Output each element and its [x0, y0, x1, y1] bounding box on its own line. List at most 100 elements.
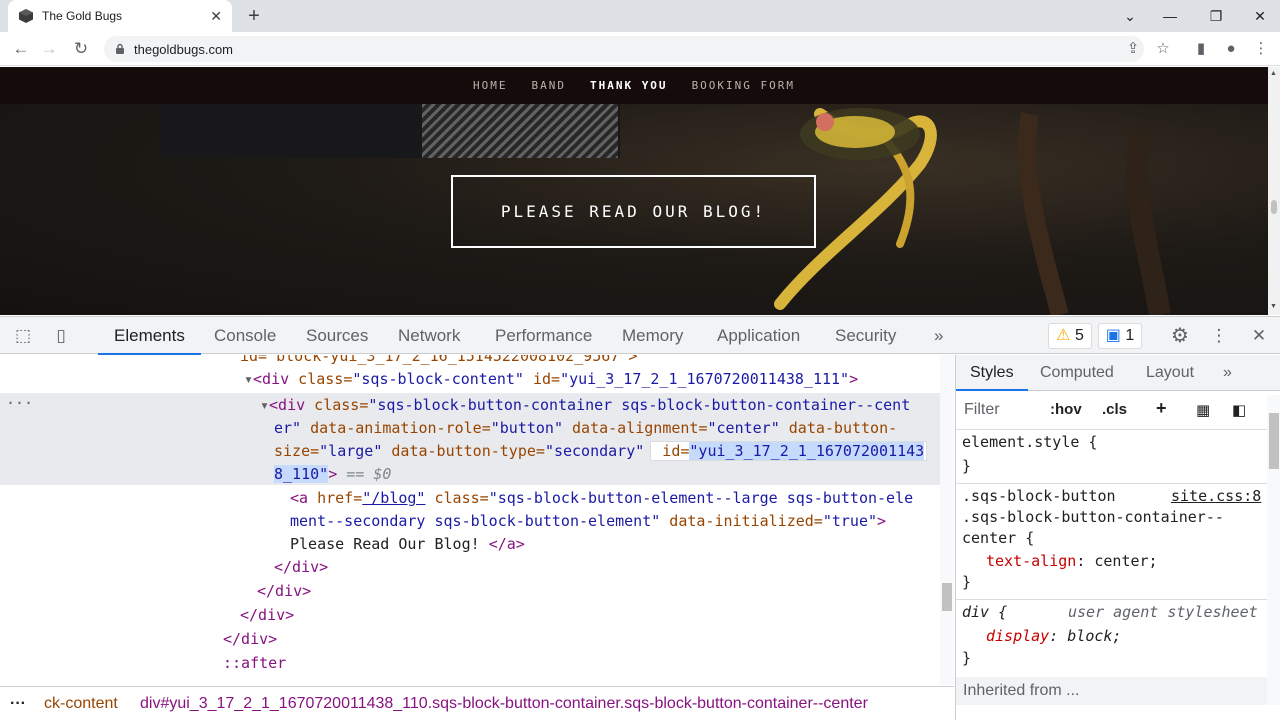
side-panel-icon[interactable]: ▮: [1190, 38, 1212, 60]
restore-window-button[interactable]: ❐: [1204, 4, 1228, 28]
bookmark-star-icon[interactable]: ☆: [1152, 38, 1174, 60]
toggle-sidebar-icon[interactable]: ◧: [1232, 401, 1246, 419]
styles-scrollbar-thumb[interactable]: [1269, 413, 1279, 469]
minimize-window-button[interactable]: —: [1158, 4, 1182, 28]
dom-line[interactable]: </div>: [223, 628, 277, 651]
url-text: thegoldbugs.com: [134, 41, 234, 57]
tab-styles[interactable]: Styles: [956, 355, 1028, 391]
dom-line[interactable]: id="block-yui_3_17_2_16_1514522008102_95…: [240, 355, 637, 368]
website-viewport: HOME BAND THANK YOU BOOKING FORM PLEASE …: [0, 67, 1268, 315]
devtools-tab-bar: ⬚ ▯ Elements Console Sources Network Per…: [0, 316, 1280, 355]
dom-line[interactable]: </div>: [274, 556, 328, 579]
close-window-button[interactable]: ✕: [1248, 4, 1272, 28]
tab-sources[interactable]: Sources: [306, 317, 368, 355]
expand-triangle-icon[interactable]: ▾: [244, 370, 253, 388]
rule-selector[interactable]: .sqs-block-button: [962, 487, 1116, 505]
rule-brace: }: [962, 649, 972, 667]
share-icon[interactable]: ⇪: [1122, 38, 1144, 60]
site-nav-band[interactable]: BAND: [531, 79, 566, 92]
styles-scrollbar[interactable]: [1267, 395, 1280, 705]
close-icon[interactable]: ✕: [1248, 325, 1270, 347]
breadcrumb-overflow-icon[interactable]: ···: [10, 687, 26, 720]
dom-breadcrumb: ··· ck-content div#yui_3_17_2_1_16707200…: [0, 686, 954, 720]
rule-source-link[interactable]: site.css:8: [1171, 487, 1261, 505]
site-nav-thank-you[interactable]: THANK YOU: [590, 79, 668, 92]
elements-panel[interactable]: id="block-yui_3_17_2_16_1514522008102_95…: [0, 355, 954, 685]
warnings-badge[interactable]: ⚠ 5: [1048, 323, 1092, 349]
new-rule-icon[interactable]: +: [1156, 398, 1167, 419]
breadcrumb-item-selected[interactable]: div#yui_3_17_2_1_1670720011438_110.sqs-b…: [140, 687, 868, 720]
tab-computed[interactable]: Computed: [1040, 355, 1114, 391]
dom-line[interactable]: ::after: [223, 652, 286, 675]
styles-more-tabs-button[interactable]: »: [1223, 355, 1232, 391]
elements-scrollbar[interactable]: [940, 355, 954, 685]
profile-avatar-icon[interactable]: ●: [1220, 38, 1242, 60]
rule-divider: [956, 599, 1280, 600]
tab-console[interactable]: Console: [214, 317, 276, 355]
hero-photo: [422, 104, 618, 158]
dom-line[interactable]: <a href="/blog" class="sqs-block-button-…: [290, 487, 913, 510]
breadcrumb-item[interactable]: ck-content: [44, 687, 118, 720]
messages-count: 1: [1125, 327, 1135, 344]
reload-button[interactable]: ↻: [70, 38, 92, 60]
back-button[interactable]: ←: [10, 38, 32, 60]
browser-tab[interactable]: The Gold Bugs ✕: [8, 0, 232, 32]
dom-line-selected[interactable]: size="large" data-button-type="secondary…: [274, 440, 928, 463]
cube-icon: [19, 9, 33, 23]
dom-line-selected[interactable]: ▾<div class="sqs-block-button-container …: [260, 394, 910, 417]
rule-selector[interactable]: .sqs-block-button-container--: [962, 508, 1224, 526]
warning-icon: ⚠: [1056, 327, 1071, 344]
rule-source: user agent stylesheet: [1068, 603, 1258, 621]
read-blog-button[interactable]: PLEASE READ OUR BLOG!: [451, 175, 816, 248]
styles-pane: Styles Computed Layout » Filter :hov .cl…: [955, 355, 1280, 720]
kebab-menu-icon[interactable]: ⋮: [1250, 38, 1272, 60]
gear-icon[interactable]: ⚙: [1169, 325, 1191, 347]
rule-divider: [956, 483, 1280, 484]
element-style-rule[interactable]: element.style {: [962, 433, 1097, 451]
kebab-menu-icon[interactable]: ⋮: [1208, 325, 1230, 347]
paint-roller-icon[interactable]: ▦: [1196, 401, 1210, 419]
site-nav-home[interactable]: HOME: [473, 79, 508, 92]
tab-elements[interactable]: Elements: [98, 317, 201, 355]
message-icon: ▣: [1105, 327, 1121, 344]
close-tab-button[interactable]: ✕: [210, 8, 222, 25]
styles-filter-input[interactable]: Filter: [964, 401, 1000, 419]
dom-line-selected[interactable]: er" data-animation-role="button" data-al…: [274, 417, 897, 440]
site-nav-booking-form[interactable]: BOOKING FORM: [692, 79, 795, 92]
dom-line[interactable]: ment--secondary sqs-block-button-element…: [290, 510, 886, 533]
rule-selector[interactable]: div {: [962, 603, 1007, 621]
node-menu-icon[interactable]: ···: [6, 392, 33, 415]
tab-title: The Gold Bugs: [42, 9, 123, 23]
rule-selector[interactable]: center {: [962, 529, 1034, 547]
tab-layout[interactable]: Layout: [1146, 355, 1194, 391]
more-tabs-button[interactable]: »: [934, 317, 943, 355]
address-bar[interactable]: thegoldbugs.com: [104, 36, 1144, 62]
lock-icon: [116, 43, 124, 54]
class-toggle[interactable]: .cls: [1102, 401, 1127, 418]
css-declaration[interactable]: text-align: center;: [986, 552, 1158, 570]
tab-performance[interactable]: Performance: [495, 317, 592, 355]
dom-line[interactable]: </div>: [257, 580, 311, 603]
device-toolbar-icon[interactable]: ▯: [50, 325, 72, 347]
chevron-down-icon[interactable]: ⌄: [1118, 4, 1142, 28]
tab-memory[interactable]: Memory: [622, 317, 683, 355]
dom-line[interactable]: ▾<div class="sqs-block-content" id="yui_…: [244, 368, 858, 391]
inspect-element-icon[interactable]: ⬚: [12, 325, 34, 347]
css-declaration[interactable]: display: block;: [986, 627, 1121, 645]
styles-tab-bar: Styles Computed Layout »: [956, 355, 1280, 391]
expand-triangle-icon[interactable]: ▾: [260, 396, 269, 414]
messages-badge[interactable]: ▣ 1: [1098, 323, 1142, 349]
tab-application[interactable]: Application: [717, 317, 800, 355]
dom-line-selected[interactable]: 8_110"> == $0: [274, 463, 391, 486]
tab-security[interactable]: Security: [835, 317, 896, 355]
dom-line[interactable]: </div>: [240, 604, 294, 627]
site-navigation: HOME BAND THANK YOU BOOKING FORM: [0, 67, 1268, 104]
tab-network[interactable]: Network: [398, 317, 460, 355]
elements-scrollbar-thumb[interactable]: [942, 583, 952, 611]
forward-button[interactable]: →: [38, 38, 60, 60]
hover-state-toggle[interactable]: :hov: [1050, 401, 1082, 418]
site-scrollbar[interactable]: ▲ ▼: [1268, 67, 1280, 315]
dom-line[interactable]: Please Read Our Blog! </a>: [290, 533, 525, 556]
new-tab-button[interactable]: +: [244, 5, 264, 27]
site-scrollbar-thumb[interactable]: [1271, 200, 1277, 214]
